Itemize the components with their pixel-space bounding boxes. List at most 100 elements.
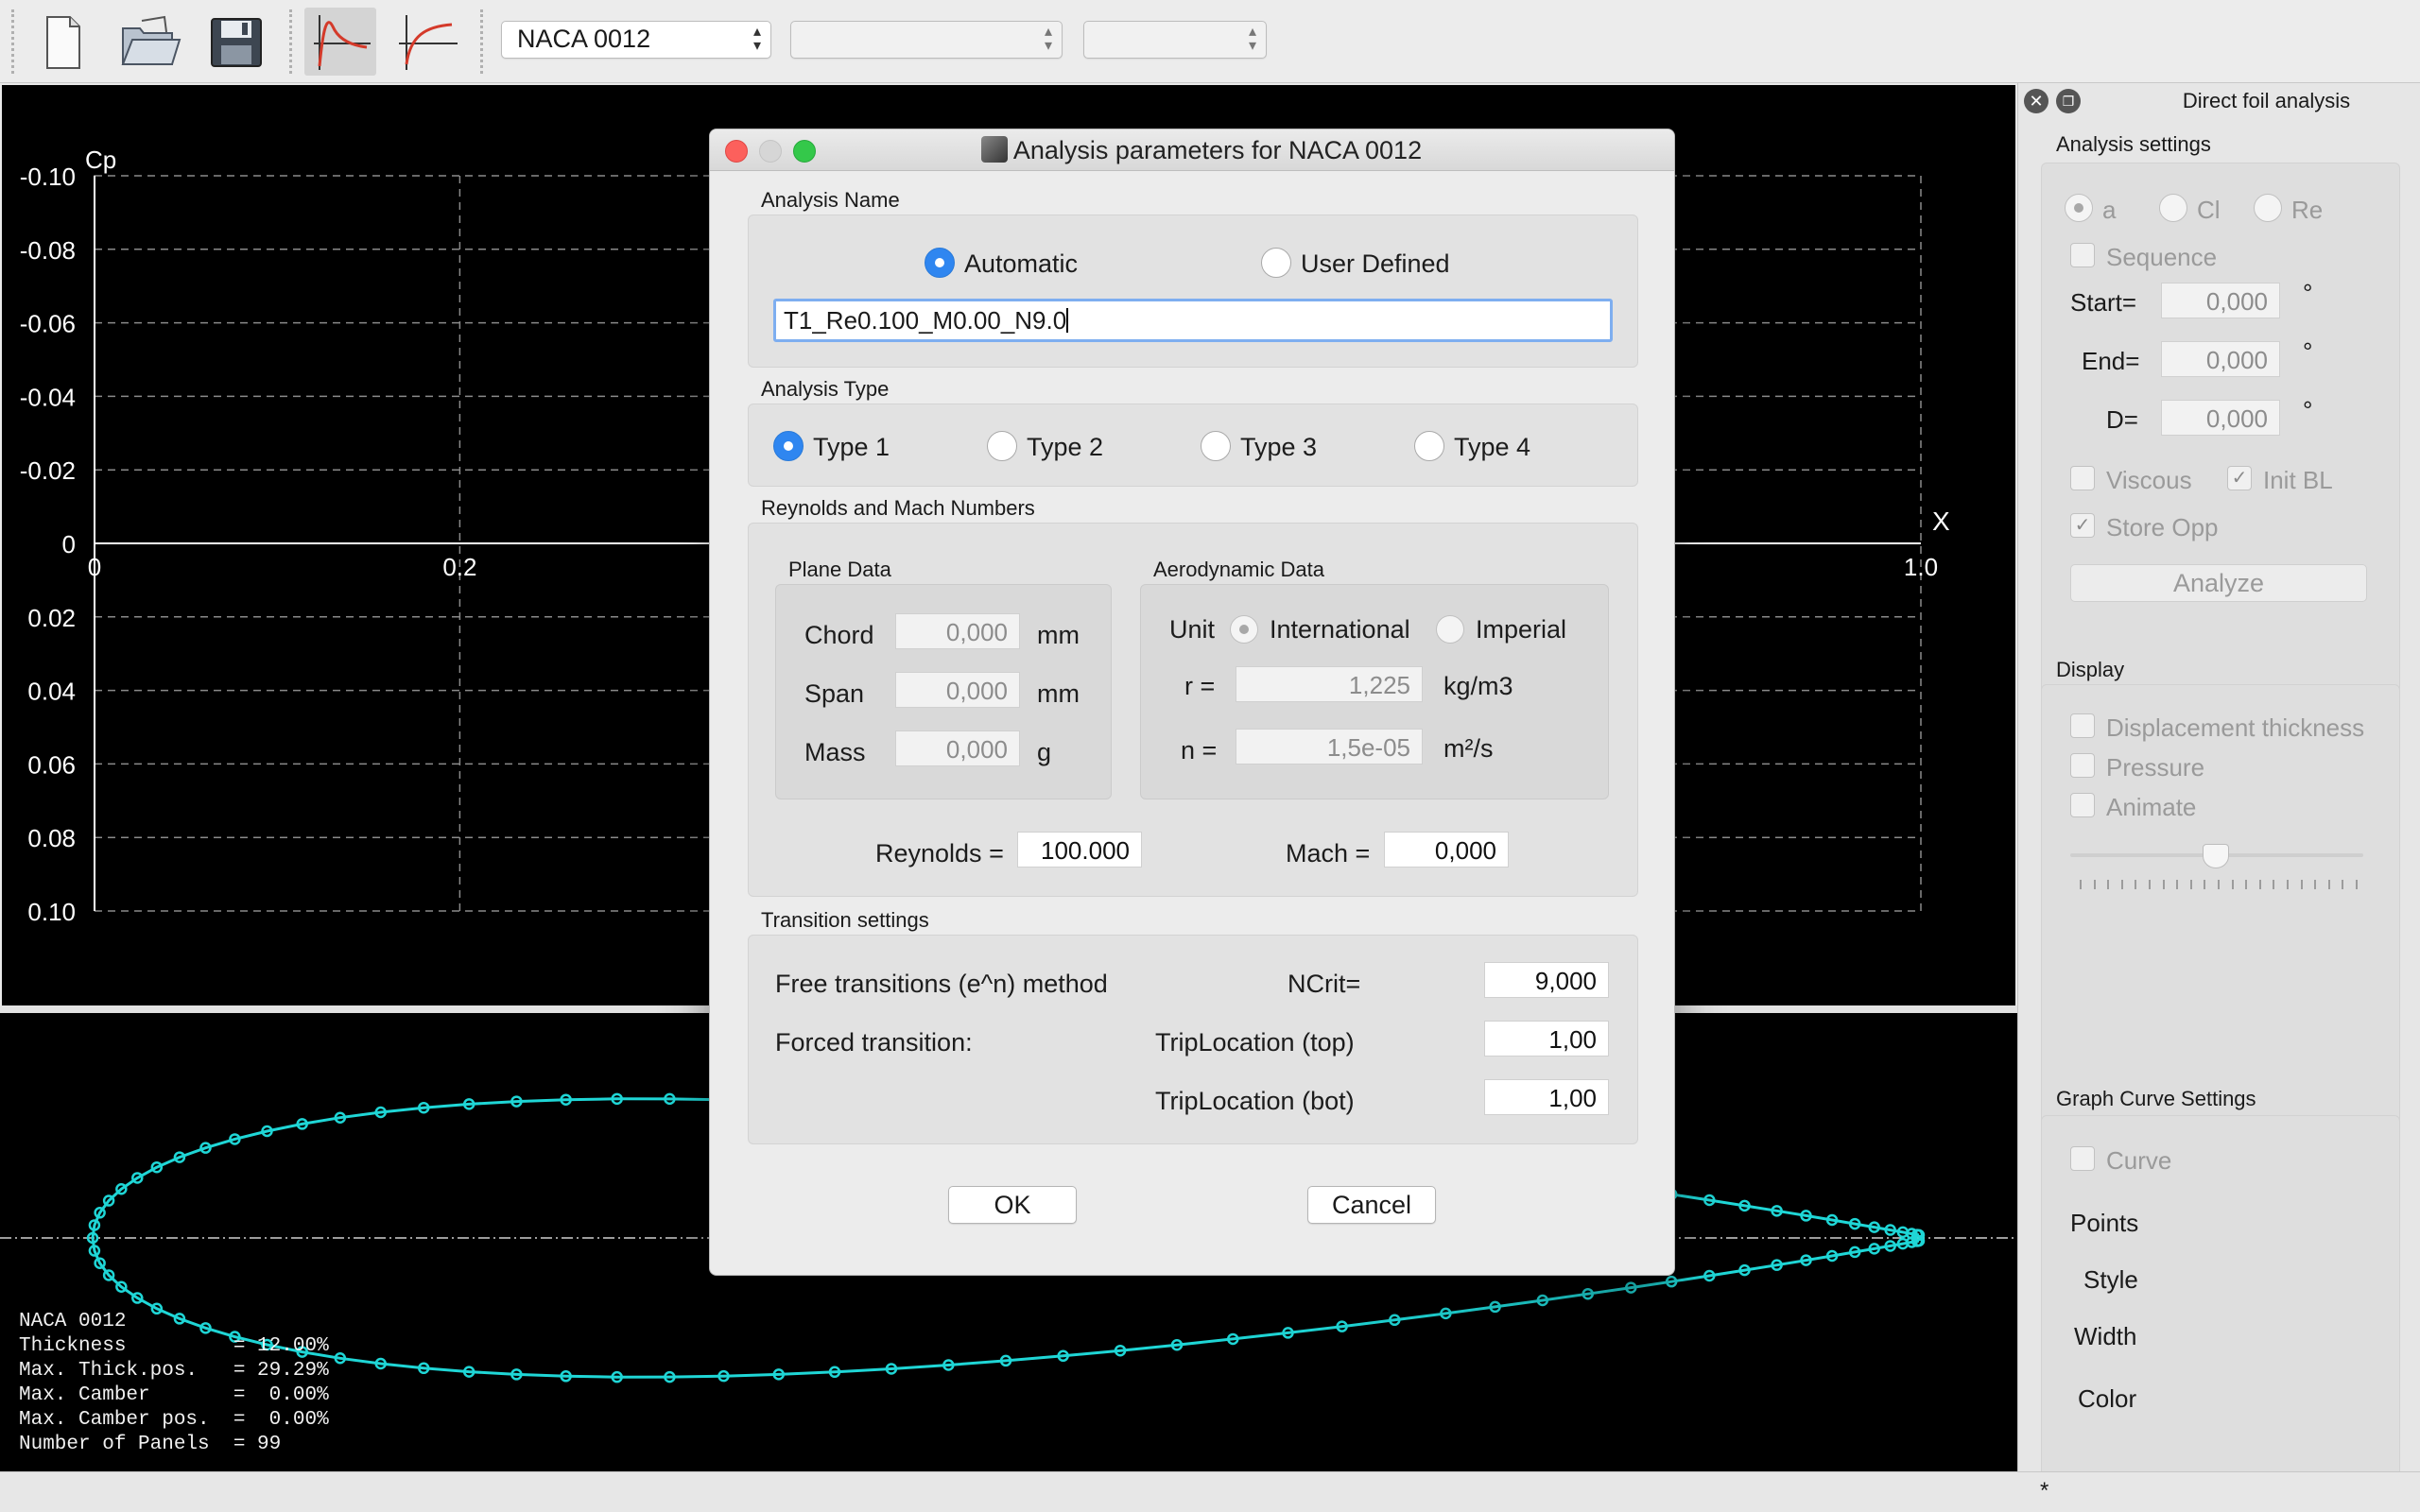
- polar-select[interactable]: ▴ ▾: [790, 21, 1063, 59]
- slider-tick: [2273, 880, 2275, 889]
- viscosity-label: n =: [1181, 736, 1218, 765]
- slider-tick: [2120, 880, 2123, 889]
- display-group: Displacement thickness Pressure Animate: [2041, 684, 2400, 1155]
- foil-info-row: Max. Camber = 0.00%: [19, 1383, 329, 1408]
- curve-label: Curve: [2106, 1146, 2172, 1175]
- reynolds-field[interactable]: 100.000: [1017, 832, 1142, 868]
- density-field[interactable]: 1,225: [1236, 666, 1423, 702]
- foil-info-panel: NACA 0012 Thickness = 12.00% Max. Thick.po…: [19, 1310, 329, 1457]
- type-4-label: Type 4: [1454, 433, 1531, 461]
- y-tick-label: 0.02: [27, 604, 76, 632]
- curve-settings-title: Graph Curve Settings: [2056, 1087, 2256, 1110]
- new-file-icon[interactable]: [26, 8, 98, 76]
- end-field[interactable]: 0,000: [2161, 341, 2280, 377]
- analyze-button[interactable]: Analyze: [2070, 564, 2367, 602]
- analysis-type-title: Analysis Type: [761, 377, 890, 401]
- start-field[interactable]: 0,000: [2161, 283, 2280, 318]
- foil-info-row: Thickness = 12.00%: [19, 1334, 329, 1359]
- radio-re[interactable]: [2254, 194, 2282, 222]
- viscous-checkbox[interactable]: [2070, 466, 2095, 490]
- cancel-button[interactable]: Cancel: [1307, 1186, 1436, 1224]
- displacement-label: Displacement thickness: [2106, 713, 2365, 742]
- user-defined-radio[interactable]: [1261, 248, 1291, 278]
- international-label: International: [1270, 615, 1410, 644]
- mach-field[interactable]: 0,000: [1384, 832, 1509, 868]
- foil-info-value: 12.00%: [245, 1335, 329, 1357]
- free-transition-label: Free transitions (e^n) method: [775, 970, 1108, 998]
- ok-button[interactable]: OK: [948, 1186, 1077, 1224]
- y-tick-label: 0: [62, 530, 76, 558]
- forced-transition-label: Forced transition:: [775, 1028, 973, 1057]
- density-unit: kg/m3: [1443, 672, 1513, 700]
- foil-info-value: 0.00%: [245, 1384, 329, 1406]
- store-opp-label: Store Opp: [2106, 513, 2219, 541]
- updown-chevron-icon: ▴ ▾: [752, 24, 761, 54]
- slider-tick: [2245, 880, 2248, 889]
- x-tick-label: 0: [88, 553, 101, 581]
- slider-tick: [2135, 880, 2137, 889]
- foil-info-row: Max. Camber pos. = 0.00%: [19, 1408, 329, 1433]
- pressure-checkbox[interactable]: [2070, 753, 2095, 778]
- sequence-checkbox[interactable]: [2070, 243, 2095, 267]
- radio-re-label: Re: [2291, 196, 2324, 224]
- trip-top-label: TripLocation (top): [1155, 1028, 1355, 1057]
- viscosity-field[interactable]: 1,5e-05: [1236, 729, 1423, 765]
- automatic-radio[interactable]: [925, 248, 955, 278]
- transition-title: Transition settings: [761, 908, 929, 932]
- analysis-type-section: Type 1 Type 2 Type 3 Type 4: [748, 404, 1638, 487]
- open-folder-icon[interactable]: [113, 8, 185, 76]
- bl-view-icon[interactable]: [391, 8, 463, 76]
- ncrit-field[interactable]: 9,000: [1484, 962, 1609, 998]
- analysis-name-value: T1_Re0.100_M0.00_N9.0: [784, 306, 1067, 335]
- animate-checkbox[interactable]: [2070, 793, 2095, 817]
- direct-foil-analysis-panel: ✕ ❐ Direct foil analysis Analysis settin…: [2017, 83, 2420, 1512]
- cp-view-icon[interactable]: [304, 8, 376, 76]
- opp-select[interactable]: ▴ ▾: [1083, 21, 1267, 59]
- slider-tick: [2356, 880, 2358, 889]
- save-disk-icon[interactable]: [200, 8, 272, 76]
- foil-select[interactable]: NACA 0012 ▴ ▾: [501, 21, 771, 59]
- points-label: Points: [2070, 1209, 2139, 1237]
- displacement-checkbox[interactable]: [2070, 713, 2095, 738]
- toolbar-separator: [480, 9, 483, 74]
- dialog-title-text: Analysis parameters for NACA 0012: [1012, 136, 1423, 164]
- type-1-radio[interactable]: [773, 431, 804, 461]
- trip-bot-field[interactable]: 1,00: [1484, 1079, 1609, 1115]
- text-cursor: [1066, 308, 1069, 333]
- width-label: Width: [2074, 1322, 2137, 1350]
- panel-title: Direct foil analysis: [2182, 89, 2351, 112]
- type-4-radio[interactable]: [1414, 431, 1444, 461]
- end-label: End=: [2082, 347, 2140, 375]
- slider-tick: [2204, 880, 2206, 889]
- degree-symbol: °: [2303, 279, 2313, 307]
- slider-tick: [2314, 880, 2317, 889]
- curve-checkbox[interactable]: [2070, 1146, 2095, 1171]
- type-2-radio[interactable]: [987, 431, 1017, 461]
- type-3-radio[interactable]: [1201, 431, 1231, 461]
- chord-label: Chord: [804, 621, 874, 649]
- slider-tick: [2176, 880, 2179, 889]
- animate-label: Animate: [2106, 793, 2197, 821]
- mass-unit: g: [1037, 738, 1052, 766]
- international-radio[interactable]: [1230, 615, 1258, 644]
- analysis-name-input[interactable]: T1_Re0.100_M0.00_N9.0: [773, 299, 1613, 342]
- imperial-radio[interactable]: [1436, 615, 1464, 644]
- span-field[interactable]: 0,000: [895, 672, 1020, 708]
- imperial-label: Imperial: [1476, 615, 1567, 644]
- mass-field[interactable]: 0,000: [895, 730, 1020, 766]
- slider-tick: [2231, 880, 2234, 889]
- store-opp-checkbox[interactable]: ✓: [2070, 513, 2095, 538]
- foil-select-value: NACA 0012: [517, 25, 651, 53]
- init-bl-label: Init BL: [2263, 466, 2333, 494]
- chord-field[interactable]: 0,000: [895, 613, 1020, 649]
- slider-tick: [2327, 880, 2330, 889]
- delta-field[interactable]: 0,000: [2161, 400, 2280, 436]
- degree-symbol: °: [2303, 337, 2313, 366]
- radio-alpha[interactable]: [2065, 194, 2093, 222]
- slider-handle[interactable]: [2203, 844, 2229, 868]
- dialog-titlebar[interactable]: Analysis parameters for NACA 0012: [710, 129, 1674, 171]
- init-bl-checkbox[interactable]: ✓: [2227, 466, 2252, 490]
- y-tick-label: 0.06: [27, 750, 76, 779]
- trip-top-field[interactable]: 1,00: [1484, 1021, 1609, 1057]
- radio-cl[interactable]: [2159, 194, 2187, 222]
